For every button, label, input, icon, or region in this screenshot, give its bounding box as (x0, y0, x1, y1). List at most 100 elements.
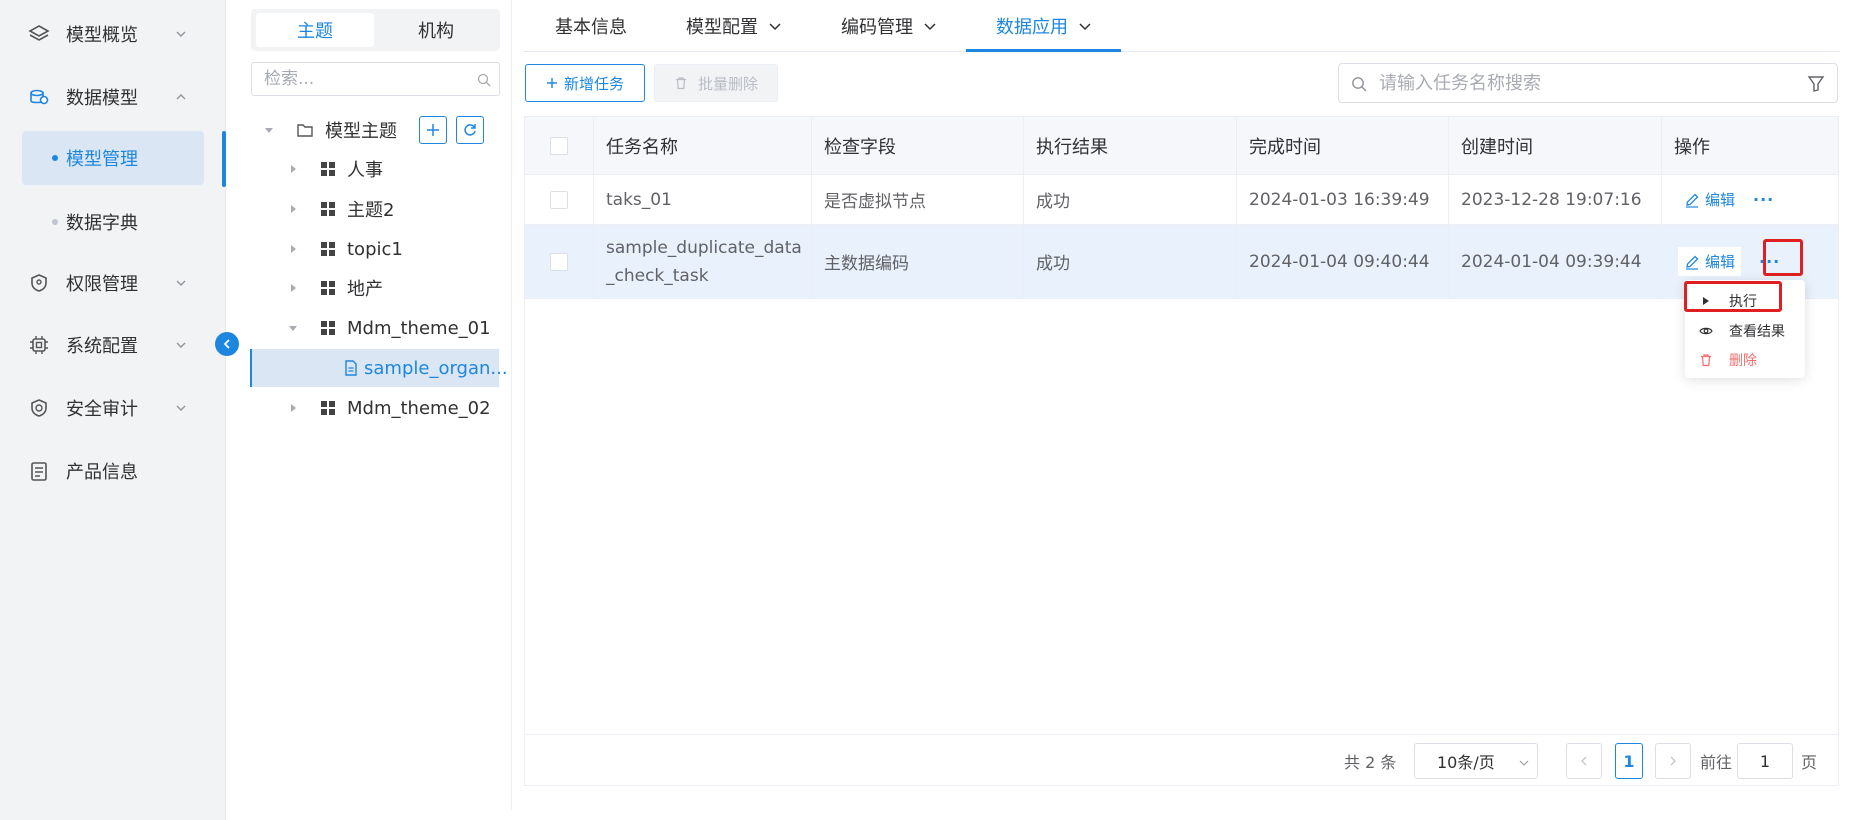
task-search-input[interactable] (1379, 64, 1779, 102)
tree-node-label: 人事 (347, 160, 383, 181)
tree-node-selected[interactable]: sample_organ... (250, 349, 508, 387)
tree-search-input[interactable] (264, 63, 474, 95)
task-search-box (1338, 63, 1838, 103)
pencil-icon (1686, 193, 1699, 208)
pencil-icon (1686, 255, 1699, 270)
nav-product-info[interactable]: 产品信息 (0, 443, 226, 499)
column-header: 执行结果 (1024, 117, 1237, 175)
column-header: 操作 (1662, 117, 1838, 175)
nav-system-config[interactable]: 系统配置 (0, 317, 226, 373)
segment-theme[interactable]: 主题 (256, 13, 374, 47)
result-cell: 成功 (1024, 175, 1237, 225)
actions-cell: 编辑 ··· (1662, 175, 1838, 225)
folder-icon (297, 124, 313, 137)
tree-node-label: topic1 (347, 238, 403, 260)
shield-icon (31, 274, 47, 292)
edit-button[interactable]: 编辑 (1684, 189, 1735, 210)
task-table: 任务名称 检查字段 执行结果 完成时间 创建时间 操作 taks_01 是否虚拟… (524, 116, 1839, 786)
check-field-cell: 是否虚拟节点 (812, 175, 1024, 225)
grid-icon (321, 401, 335, 415)
add-theme-button[interactable] (419, 116, 447, 144)
select-all-checkbox[interactable] (550, 136, 568, 155)
pagination: 共 2 条 10条/页 1 前往 1 页 (524, 734, 1839, 786)
sidebar-item-model-management[interactable]: 模型管理 (22, 131, 204, 185)
task-name-cell: taks_01 (594, 175, 812, 225)
chevron-down-icon (176, 280, 186, 286)
filter-icon[interactable] (1807, 75, 1825, 93)
trash-icon (1701, 354, 1711, 367)
search-icon (477, 73, 491, 87)
grid-icon (321, 321, 335, 335)
tree-node[interactable]: 人事 (250, 150, 500, 188)
tree-node[interactable]: Mdm_theme_02 (250, 389, 500, 427)
chip-icon (30, 336, 48, 354)
column-header: 检查字段 (812, 117, 1024, 175)
nav-model-overview[interactable]: 模型概览 (0, 6, 226, 62)
tree-node[interactable]: 主题2 (250, 190, 500, 228)
refresh-icon (464, 124, 476, 136)
tree-node-label: 主题2 (347, 200, 395, 221)
chevron-down-icon (176, 342, 186, 348)
goto-page-input[interactable]: 1 (1737, 743, 1793, 779)
page-number-current[interactable]: 1 (1615, 743, 1643, 779)
next-page-button[interactable] (1655, 743, 1691, 779)
tab-code-management[interactable]: 编码管理 (841, 0, 937, 52)
database-icon (30, 89, 49, 105)
file-icon (345, 360, 357, 376)
search-icon (1352, 77, 1367, 92)
nav-security-audit[interactable]: 安全审计 (0, 380, 226, 436)
highlight-box (1684, 281, 1782, 312)
add-task-button[interactable]: 新增任务 (525, 64, 645, 102)
nav-label: 模型概览 (66, 25, 138, 46)
done-time-cell: 2024-01-03 16:39:49 (1237, 175, 1449, 225)
menu-item-view-result[interactable]: 查看结果 (1685, 317, 1805, 345)
segment-organization[interactable]: 机构 (377, 13, 495, 47)
row-checkbox[interactable] (550, 190, 568, 209)
menu-item-label: 查看结果 (1729, 324, 1785, 340)
tab-basic-info[interactable]: 基本信息 (555, 0, 627, 52)
tab-label: 基本信息 (555, 17, 627, 38)
tab-label: 数据应用 (996, 17, 1068, 38)
grid-icon (321, 281, 335, 295)
tree-node[interactable]: topic1 (250, 230, 500, 268)
column-header: 创建时间 (1449, 117, 1662, 175)
page-size-value: 10条/页 (1437, 753, 1495, 772)
task-name-cell: sample_duplicate_data _check_task (594, 225, 812, 299)
grid-icon (321, 202, 335, 216)
tree-panel: 主题 机构 模型主题 人事 主题2 topic1 地产 Mdm_t (250, 0, 512, 810)
more-actions-button[interactable]: ··· (1753, 190, 1774, 209)
grid-icon (321, 162, 335, 176)
menu-item-delete[interactable]: 删除 (1685, 346, 1805, 374)
created-time-cell: 2023-12-28 19:07:16 (1449, 175, 1662, 225)
chevron-right-icon (1670, 756, 1676, 766)
refresh-tree-button[interactable] (456, 116, 484, 144)
sidebar-item-data-dictionary[interactable]: 数据字典 (22, 195, 204, 249)
tree-node[interactable]: Mdm_theme_01 (250, 309, 500, 347)
page-size-select[interactable]: 10条/页 (1414, 743, 1538, 779)
nav-permission[interactable]: 权限管理 (0, 255, 226, 311)
bullet-dot (52, 219, 58, 225)
caret-right-icon (291, 165, 296, 173)
row-checkbox[interactable] (550, 252, 568, 271)
collapse-sidebar-button[interactable] (215, 332, 239, 356)
edit-button[interactable]: 编辑 (1678, 247, 1742, 276)
row-checkbox-cell (525, 175, 594, 225)
chevron-down-icon (176, 405, 186, 411)
done-time-cell: 2024-01-04 09:40:44 (1237, 225, 1449, 299)
tab-data-application[interactable]: 数据应用 (996, 0, 1092, 52)
highlight-box (1763, 239, 1803, 276)
tree-node-label: 模型主题 (325, 121, 397, 142)
caret-down-icon (289, 326, 297, 331)
prev-page-button[interactable] (1566, 743, 1602, 779)
tree-node-label: 地产 (347, 279, 383, 300)
nav-data-model[interactable]: 数据模型 (0, 69, 226, 125)
tab-model-config[interactable]: 模型配置 (686, 0, 782, 52)
sidebar: 模型概览 数据模型 模型管理 数据字典 权限管理 系统配置 安全审计 产品信息 (0, 0, 226, 820)
result-cell: 成功 (1024, 225, 1237, 299)
tree-node[interactable]: 地产 (250, 269, 500, 307)
chevron-up-icon (176, 94, 186, 100)
chevron-down-icon (1519, 760, 1529, 766)
edit-label: 编辑 (1705, 253, 1736, 271)
batch-delete-button[interactable]: 批量删除 (654, 64, 778, 102)
edit-label: 编辑 (1705, 191, 1736, 209)
